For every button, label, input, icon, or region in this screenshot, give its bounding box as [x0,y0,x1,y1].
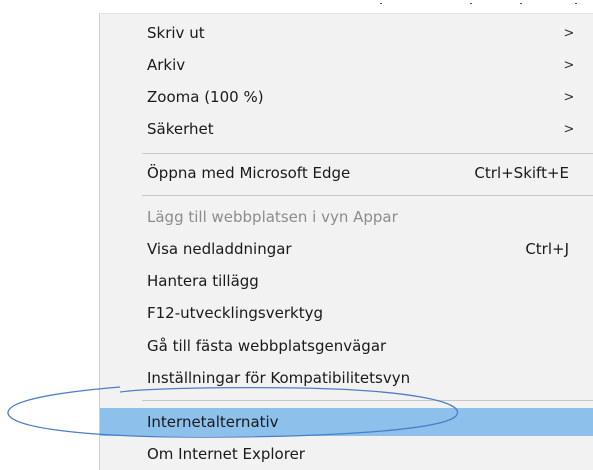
chevron-right-icon: > [563,25,575,41]
menu-separator [142,153,593,154]
menu-separator [142,400,593,401]
menu-item-safety[interactable]: Säkerhet > [100,115,593,143]
menu-item-internet-options[interactable]: Internetalternativ [100,408,593,436]
menu-item-f12-dev-tools[interactable]: F12-utvecklingsverktyg [100,299,593,327]
chevron-right-icon: > [563,57,575,73]
chevron-right-icon: > [563,89,575,105]
menu-item-label: Zooma (100 %) [147,88,264,106]
menu-item-manage-addons[interactable]: Hantera tillägg [100,267,593,295]
menu-item-label: Öppna med Microsoft Edge [147,164,351,182]
menu-item-label: Lägg till webbplatsen i vyn Appar [147,208,398,226]
menu-item-view-downloads[interactable]: Visa nedladdningar Ctrl+J [100,235,593,263]
menu-item-shortcut: Ctrl+J [525,240,569,258]
chevron-right-icon: > [563,121,575,137]
menu-item-label: Arkiv [147,56,186,74]
menu-item-pinned-sites[interactable]: Gå till fästa webbplatsgenvägar [100,332,593,360]
menu-item-shortcut: Ctrl+Skift+E [474,164,569,182]
menu-item-label: Hantera tillägg [147,272,259,290]
menu-item-label: Internetalternativ [147,413,279,431]
menu-item-compatibility-view-settings[interactable]: Inställningar för Kompatibilitetsvyn [100,364,593,392]
background-fragment [575,3,577,4]
menu-item-zoom[interactable]: Zooma (100 %) > [100,83,593,111]
menu-item-print[interactable]: Skriv ut > [100,19,593,47]
menu-item-label: Gå till fästa webbplatsgenvägar [147,337,387,355]
menu-separator [142,195,593,196]
menu-item-open-with-edge[interactable]: Öppna med Microsoft Edge Ctrl+Skift+E [100,159,593,187]
menu-item-label: F12-utvecklingsverktyg [147,304,323,322]
menu-item-file[interactable]: Arkiv > [100,51,593,79]
menu-item-label: Skriv ut [147,24,205,42]
menu-item-label: Säkerhet [147,120,214,138]
menu-item-add-site-to-apps: Lägg till webbplatsen i vyn Appar [100,203,593,231]
background-fragment [470,3,472,4]
tools-context-menu: Skriv ut > Arkiv > Zooma (100 %) > Säker… [99,13,593,470]
background-fragment [520,3,522,4]
background-fragment [380,3,382,4]
menu-item-about-ie[interactable]: Om Internet Explorer [100,440,593,468]
menu-item-label: Inställningar för Kompatibilitetsvyn [147,369,411,387]
menu-item-label: Om Internet Explorer [147,445,305,463]
menu-item-label: Visa nedladdningar [147,240,292,258]
